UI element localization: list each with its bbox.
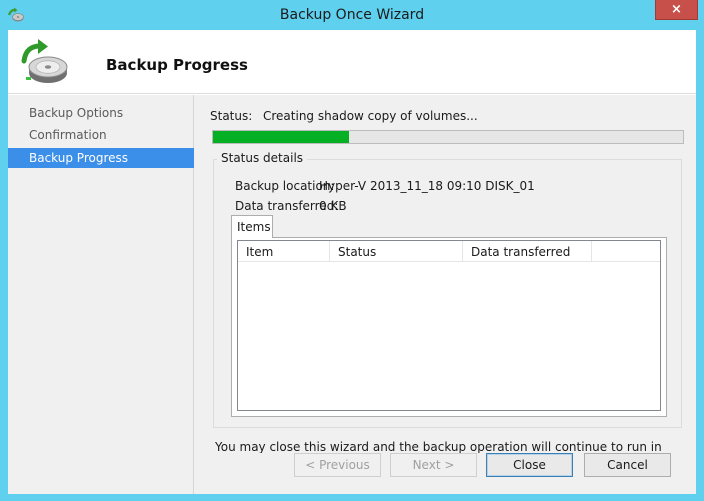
backup-location-value: Hyper-V 2013_11_18 09:10 DISK_01 [319, 179, 535, 193]
page-title: Backup Progress [106, 56, 248, 74]
cancel-button[interactable]: Cancel [584, 453, 671, 477]
wizard-body: Backup Options Confirmation Backup Progr… [8, 95, 696, 494]
tab-items-label: Items [237, 220, 271, 234]
nav-item-backup-options[interactable]: Backup Options [8, 103, 194, 123]
close-icon: × [671, 2, 682, 17]
status-details-title: Status details [217, 151, 308, 165]
column-header-data-transferred[interactable]: Data transferred [463, 241, 592, 262]
wizard-step-nav: Backup Options Confirmation Backup Progr… [8, 95, 194, 494]
data-transferred-value: 0 KB [319, 199, 347, 213]
column-header-item[interactable]: Item [238, 241, 330, 262]
items-list-header: Item Status Data transferred [238, 241, 660, 262]
close-button[interactable]: Close [486, 453, 573, 477]
backup-progress-bar [212, 130, 684, 144]
progress-fill [213, 131, 350, 143]
backup-disk-icon [21, 39, 68, 83]
column-header-status[interactable]: Status [330, 241, 463, 262]
next-button[interactable]: Next > [390, 453, 477, 477]
wizard-window: Backup Once Wizard × Backup Progress Bac… [0, 0, 704, 501]
items-list[interactable]: Item Status Data transferred [237, 240, 661, 411]
wizard-client-area: Backup Progress Backup Options Confirmat… [8, 30, 696, 494]
nav-item-backup-progress[interactable]: Backup Progress [8, 148, 194, 168]
tab-items[interactable]: Items [231, 215, 273, 238]
nav-item-confirmation[interactable]: Confirmation [8, 125, 194, 145]
previous-button[interactable]: < Previous [294, 453, 381, 477]
status-value: Creating shadow copy of volumes... [263, 109, 478, 123]
close-window-button[interactable]: × [655, 0, 698, 20]
window-title: Backup Once Wizard [279, 7, 425, 23]
wizard-button-bar: < Previous Next > Close Cancel [194, 453, 696, 494]
status-label: Status: [210, 109, 253, 123]
wizard-header: Backup Progress [8, 30, 696, 94]
title-bar[interactable]: Backup Once Wizard × [0, 0, 704, 30]
